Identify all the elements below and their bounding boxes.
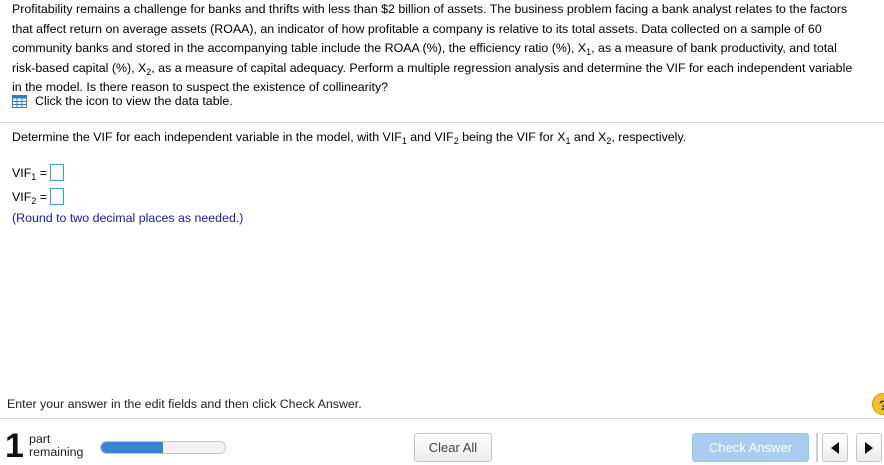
data-table-link[interactable]: Click the icon to view the data table. bbox=[12, 94, 233, 108]
clear-all-button[interactable]: Clear All bbox=[414, 433, 492, 462]
rounding-note: (Round to two decimal places as needed.) bbox=[12, 211, 244, 225]
footer-divider bbox=[0, 418, 884, 419]
parts-remaining-count: 1 bbox=[5, 427, 24, 465]
footer-bar: 1 part remaining Clear All Check Answer bbox=[0, 427, 884, 465]
vif2-label: VIF2 = bbox=[12, 189, 47, 206]
next-button[interactable] bbox=[856, 433, 882, 462]
data-table-link-label[interactable]: Click the icon to view the data table. bbox=[35, 94, 233, 108]
right-arrow-icon bbox=[865, 441, 873, 454]
parts-remaining-label: part remaining bbox=[29, 432, 84, 459]
prompt-text: Determine the VIF for each independent v… bbox=[12, 130, 687, 146]
top-divider bbox=[0, 122, 884, 123]
vif1-label: VIF1 = bbox=[12, 165, 47, 182]
vif1-input[interactable] bbox=[49, 164, 64, 181]
vif2-row: VIF2 = bbox=[12, 188, 64, 205]
previous-button[interactable] bbox=[822, 433, 848, 462]
question-text: Profitability remains a challenge for ba… bbox=[12, 2, 853, 94]
progress-fill bbox=[101, 442, 163, 453]
vif1-row: VIF1 = bbox=[12, 164, 64, 181]
nav-separator bbox=[816, 433, 818, 462]
left-arrow-icon bbox=[831, 441, 839, 454]
check-answer-button[interactable]: Check Answer bbox=[692, 433, 809, 462]
progress-bar bbox=[100, 441, 226, 454]
table-icon[interactable] bbox=[12, 94, 27, 108]
help-icon[interactable]: ? bbox=[872, 393, 884, 415]
vif2-input[interactable] bbox=[49, 188, 64, 205]
instructions-text: Enter your answer in the edit fields and… bbox=[7, 397, 362, 411]
